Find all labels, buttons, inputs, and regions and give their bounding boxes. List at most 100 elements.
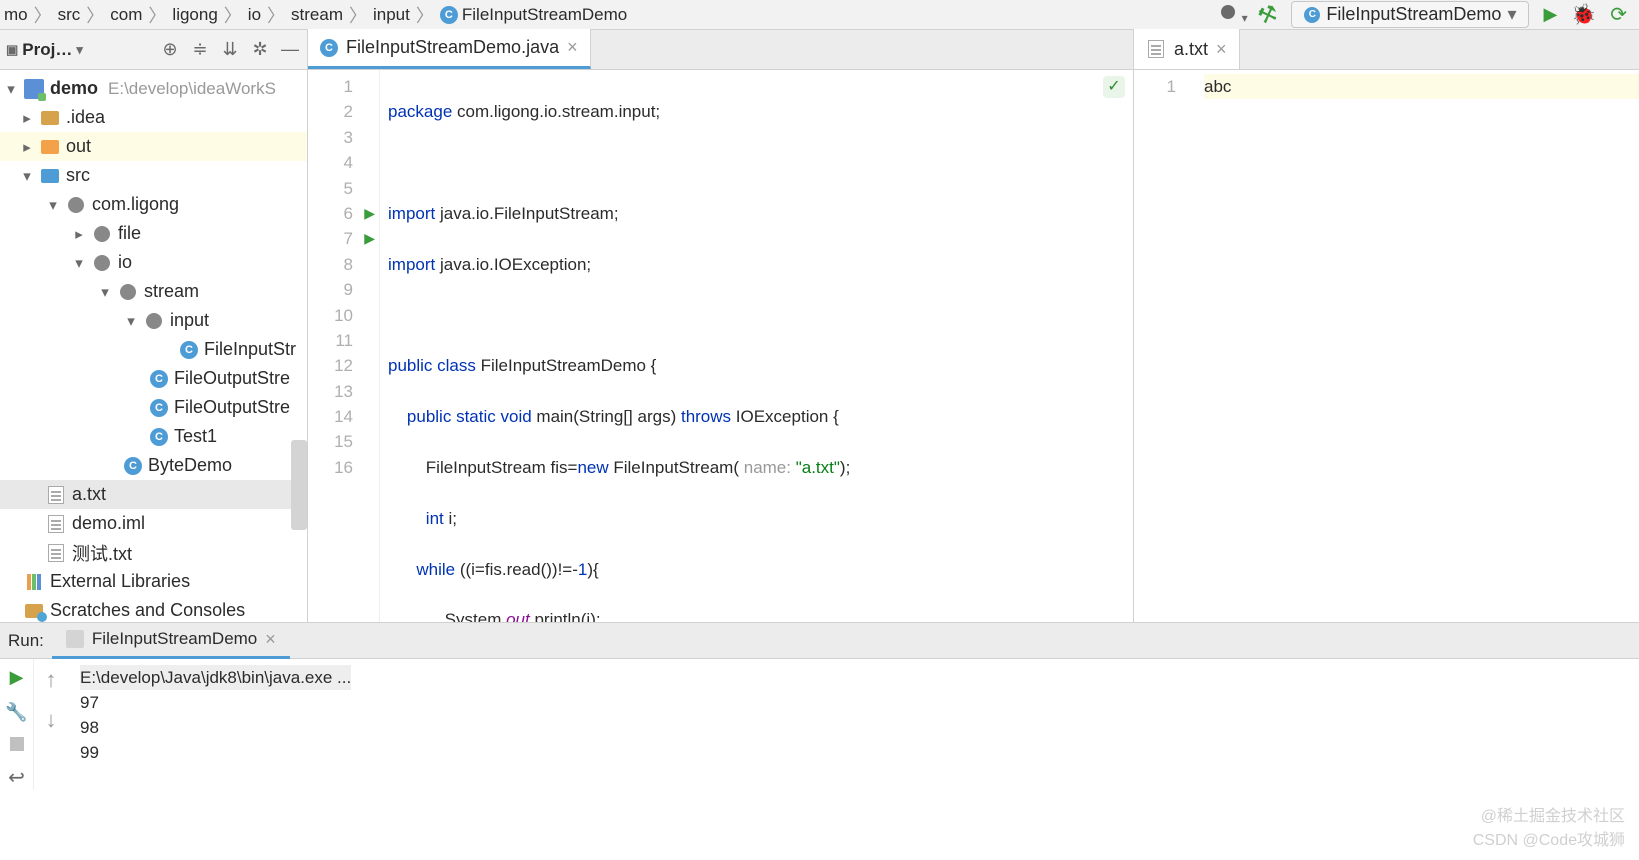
chevron-right-icon: 〉 — [349, 2, 367, 28]
navigation-bar: mo〉 src〉 com〉 ligong〉 io〉 stream〉 input〉… — [0, 0, 1639, 30]
run-tab[interactable]: FileInputStreamDemo × — [52, 623, 290, 659]
breadcrumbs: mo〉 src〉 com〉 ligong〉 io〉 stream〉 input〉… — [4, 2, 1218, 28]
text-editor[interactable]: 1 abc — [1134, 70, 1639, 622]
line-number: 7 — [308, 226, 353, 251]
node-label: Test1 — [174, 426, 217, 447]
class-icon: C — [440, 6, 458, 24]
tree-node-io[interactable]: io — [0, 248, 307, 277]
node-label: External Libraries — [50, 571, 190, 592]
locate-icon[interactable]: ⊕ — [159, 39, 181, 61]
scrollbar[interactable] — [291, 440, 307, 530]
expand-icon[interactable]: ≑ — [189, 39, 211, 61]
tree-node-fileinputstr[interactable]: CFileInputStr — [0, 335, 307, 364]
text-file-icon — [46, 485, 66, 505]
settings-icon[interactable]: ✲ — [249, 39, 271, 61]
debug-icon[interactable]: 🐞 — [1571, 2, 1596, 27]
line-number: 6 — [308, 201, 353, 226]
tree-node-idea[interactable]: .idea — [0, 103, 307, 132]
tree-node-scratches[interactable]: Scratches and Consoles — [0, 596, 307, 622]
tab-atxt[interactable]: a.txt × — [1134, 29, 1240, 69]
module-icon — [24, 79, 44, 99]
close-icon[interactable]: × — [567, 37, 578, 58]
node-label: demo — [50, 78, 98, 99]
tree-node-out[interactable]: out — [0, 132, 307, 161]
chevron-down-icon — [20, 167, 34, 185]
project-dropdown[interactable]: ▣ Proj… ▾ — [6, 40, 83, 60]
console-output[interactable]: E:\develop\Java\jdk8\bin\java.exe ... 97… — [68, 659, 1639, 790]
node-label: a.txt — [72, 484, 106, 505]
tree-node-external-libs[interactable]: External Libraries — [0, 567, 307, 596]
class-icon: C — [1304, 7, 1320, 23]
tree-node-bytedemo[interactable]: CByteDemo — [0, 451, 307, 480]
soft-wrap-icon[interactable]: ↩ — [8, 765, 25, 790]
tree-node-test1[interactable]: CTest1 — [0, 422, 307, 451]
tree-node-ceshi[interactable]: 测试.txt — [0, 538, 307, 567]
main-area: ▣ Proj… ▾ ⊕ ≑ ⇊ ✲ — demoE:\develop\ideaW… — [0, 30, 1639, 622]
tree-node-iml[interactable]: demo.iml — [0, 509, 307, 538]
editor-tabs-left: C FileInputStreamDemo.java × — [308, 30, 1133, 70]
run-icon[interactable]: ▶ — [1543, 4, 1557, 25]
watermark-line: CSDN @Code攻城狮 — [1473, 826, 1625, 850]
stop-icon[interactable] — [10, 737, 24, 751]
tree-root[interactable]: demoE:\develop\ideaWorkS — [0, 74, 307, 103]
tree-node-atxt[interactable]: a.txt — [0, 480, 307, 509]
tree-node-src[interactable]: src — [0, 161, 307, 190]
run-gutter-icon[interactable]: ▶ — [364, 226, 375, 251]
crumb-ligong[interactable]: ligong — [172, 5, 217, 25]
collapse-icon[interactable]: ⇊ — [219, 39, 241, 61]
tab-label: FileInputStreamDemo.java — [346, 37, 559, 58]
scroll-down-icon[interactable]: ↓ — [46, 707, 57, 733]
line-number: 5 — [308, 176, 353, 201]
node-label: .idea — [66, 107, 105, 128]
tree-node-fileoutput2[interactable]: CFileOutputStre — [0, 393, 307, 422]
console-line: 97 — [80, 690, 1627, 715]
tree-node-stream[interactable]: stream — [0, 277, 307, 306]
console-line: 98 — [80, 715, 1627, 740]
code-editor[interactable]: ✓ 1 2 3 4 5 6▶ 7▶ 8 9 10 11 12 13 14 15 — [308, 70, 1133, 622]
crumb-io[interactable]: io — [248, 5, 261, 25]
editor-left: C FileInputStreamDemo.java × ✓ 1 2 3 4 5… — [308, 30, 1134, 622]
class-icon: C — [180, 341, 198, 359]
close-icon[interactable]: × — [265, 629, 276, 650]
folder-icon: ▣ — [6, 42, 18, 58]
tree-node-file[interactable]: file — [0, 219, 307, 248]
crumb-class[interactable]: C FileInputStreamDemo — [440, 5, 627, 25]
gutter: 1 — [1134, 70, 1196, 622]
run-config-selector[interactable]: C FileInputStreamDemo ▾ — [1291, 1, 1529, 28]
node-label: com.ligong — [92, 194, 179, 215]
text-body[interactable]: abc — [1196, 70, 1639, 622]
tree-node-input[interactable]: input — [0, 306, 307, 335]
folder-icon — [40, 137, 60, 157]
crumb-class-label: FileInputStreamDemo — [462, 5, 627, 25]
crumb-stream[interactable]: stream — [291, 5, 343, 25]
hide-icon[interactable]: — — [279, 39, 301, 61]
chevron-right-icon: 〉 — [416, 2, 434, 28]
code-body[interactable]: package com.ligong.io.stream.input; impo… — [380, 70, 1133, 622]
crumb-input[interactable]: input — [373, 5, 410, 25]
console-line: 99 — [80, 740, 1627, 765]
crumb-mo[interactable]: mo — [4, 5, 28, 25]
line-number: 14 — [308, 404, 353, 429]
tab-fileinputstreamdemo[interactable]: C FileInputStreamDemo.java × — [308, 29, 591, 69]
close-icon[interactable]: × — [1216, 39, 1227, 60]
wrench-icon[interactable]: 🔧 — [5, 702, 27, 723]
chevron-right-icon: 〉 — [34, 2, 52, 28]
node-label: stream — [144, 281, 199, 302]
coverage-icon[interactable]: ⟳ — [1610, 2, 1627, 27]
crumb-com[interactable]: com — [110, 5, 142, 25]
tree-node-package[interactable]: com.ligong — [0, 190, 307, 219]
class-icon: C — [150, 399, 168, 417]
tree-node-fileoutput1[interactable]: CFileOutputStre — [0, 364, 307, 393]
src-folder-icon — [40, 166, 60, 186]
run-tool-column-scroll: ↑ ↓ — [34, 659, 68, 790]
rerun-icon[interactable]: ▶ — [10, 667, 24, 688]
scroll-up-icon[interactable]: ↑ — [46, 667, 57, 693]
line-number: 1 — [308, 74, 353, 99]
line-number: 4 — [308, 150, 353, 175]
user-icon[interactable] — [1218, 5, 1244, 25]
build-icon[interactable]: ⚒ — [1254, 0, 1281, 30]
chevron-down-icon — [72, 254, 86, 272]
run-gutter-icon[interactable]: ▶ — [364, 201, 375, 226]
crumb-src[interactable]: src — [58, 5, 81, 25]
tab-label: a.txt — [1174, 39, 1208, 60]
